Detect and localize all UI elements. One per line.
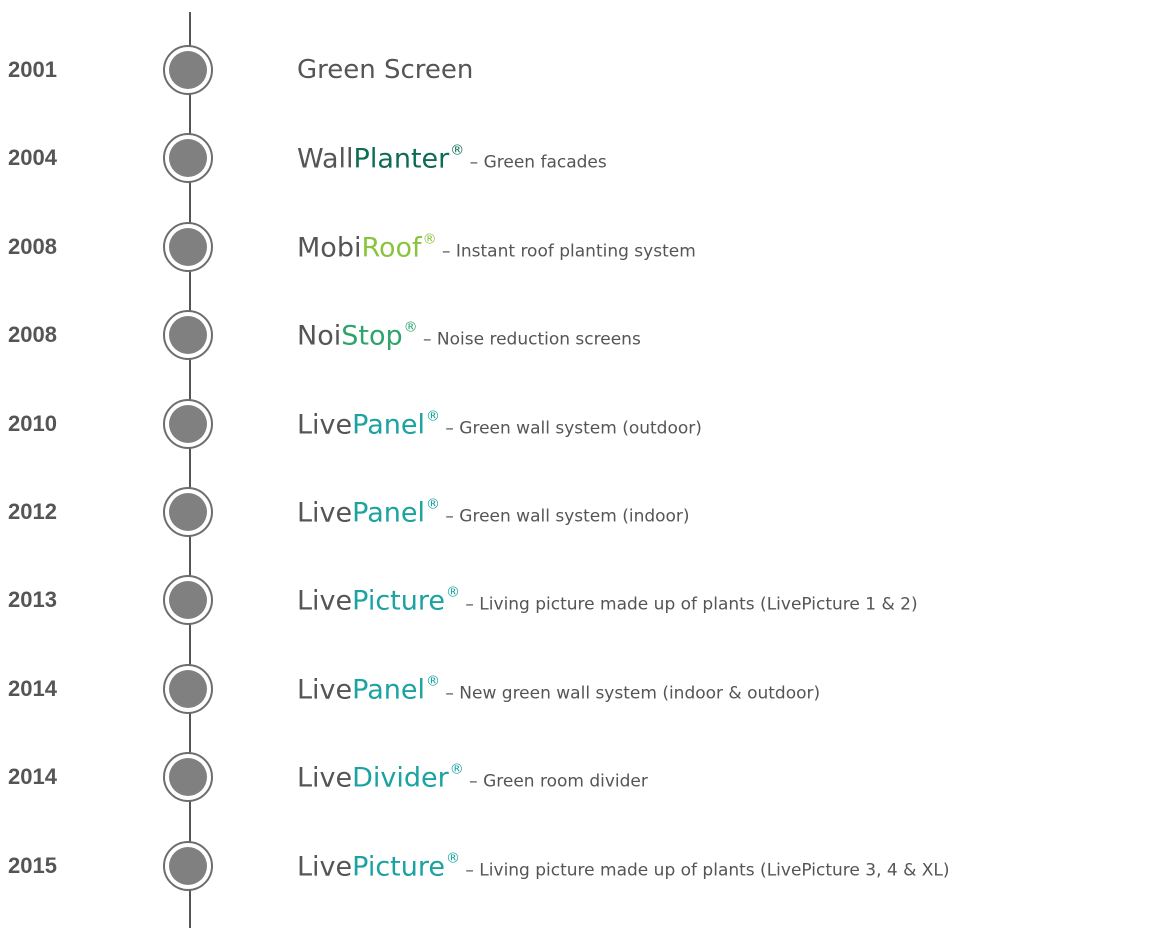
timeline-year: 2001 [8,57,57,82]
timeline-node-icon [163,752,213,803]
timeline-year: 2014 [8,675,57,701]
timeline-row: 2012 LivePanel® – Green wall system (indo… [0,468,1155,556]
product-name-accent: Roof [361,232,422,264]
product-description: – Living picture made up of plants (Live… [460,860,950,881]
registered-mark: ® [449,761,464,778]
product-description: – Green room divider [463,771,648,792]
product-name-base: Noi [297,320,342,352]
product-name-accent: Divider [352,762,449,794]
timeline-row: 2008 MobiRoof® – Instant roof planting sy… [0,203,1155,291]
product-name-accent: Picture [352,851,445,883]
timeline-node-dot [169,669,207,708]
registered-mark: ® [403,319,418,336]
product-name-accent: Stop [341,320,403,352]
timeline-product-label: LivePicture® – Living picture made up of… [297,851,950,880]
product-name-base: Live [297,762,353,794]
timeline-product-label: LivePanel® – Green wall system (indoor) [297,498,690,527]
timeline-product-label: LivePanel® – New green wall system (indo… [297,674,820,703]
timeline-node-dot [169,581,207,620]
timeline-row: 2014 LivePanel® – New green wall system (… [0,645,1155,733]
timeline-node-dot [169,758,207,797]
timeline-node-dot [169,404,207,443]
product-name-accent: Picture [352,585,445,617]
timeline-product-label: MobiRoof® – Instant roof planting system [297,232,696,261]
product-description: – Instant roof planting system [436,241,696,262]
product-name-base: Wall [297,143,354,175]
timeline-row: 2014 LiveDivider® – Green room divider [0,733,1155,821]
timeline-row: 2015 LivePicture® – Living picture made u… [0,822,1155,910]
timeline-year: 2013 [8,587,57,613]
timeline-node-icon [163,663,213,714]
registered-mark: ® [450,142,465,159]
product-name-base: Green Screen [297,55,474,85]
timeline-node-dot [169,51,207,89]
timeline-node-dot [169,139,207,178]
timeline-node-icon [163,133,213,184]
timeline-node-dot [169,227,207,266]
product-name-base: Live [297,851,353,883]
timeline-row: 2004 WallPlanter® – Green facades [0,114,1155,202]
product-description: – Green facades [464,152,607,173]
timeline-year: 2004 [8,145,57,171]
timeline-node-dot [169,846,207,885]
timeline-year: 2008 [8,233,57,259]
product-name-base: Live [297,674,353,706]
timeline-product-label: NoiStop® – Noise reduction screens [297,321,641,350]
product-description: – New green wall system (indoor & outdoo… [439,683,821,704]
timeline-node-icon [163,310,213,361]
timeline-node-icon [163,45,213,95]
product-name-base: Live [297,585,353,617]
timeline-year: 2008 [8,322,57,348]
registered-mark: ® [425,673,440,690]
product-name-accent: Panel [352,497,425,529]
timeline-node-icon [163,398,213,449]
timeline-node-icon [163,487,213,537]
timeline-node-icon [163,221,213,272]
product-name-accent: Planter [353,143,450,175]
product-name-base: Live [297,409,353,441]
product-description: – Living picture made up of plants (Live… [460,594,918,615]
product-description: – Noise reduction screens [417,329,641,350]
product-description: – Green wall system (outdoor) [439,418,702,439]
timeline-product-label: LivePanel® – Green wall system (outdoor) [297,409,702,438]
timeline-node-dot [169,493,207,531]
timeline-page: 2001 Green Screen 2004 WallPlanter® – Green… [0,0,1155,928]
timeline-product-label: LiveDivider® – Green room divider [297,763,648,792]
timeline-node-icon [163,575,213,626]
timeline-row: 2013 LivePicture® – Living picture made u… [0,556,1155,644]
timeline-product-label: WallPlanter® – Green facades [297,144,607,173]
registered-mark: ® [425,408,440,425]
timeline-row: 2001 Green Screen [0,26,1155,114]
timeline-product-label: LivePicture® – Living picture made up of… [297,586,918,615]
product-name-accent: Panel [352,409,425,441]
timeline-node-icon [163,840,213,891]
timeline-node-dot [169,316,207,355]
product-name-base: Live [297,497,353,529]
registered-mark: ® [425,496,440,513]
product-name-base: Mobi [297,232,362,264]
timeline-row: 2008 NoiStop® – Noise reduction screens [0,291,1155,379]
registered-mark: ® [446,850,460,867]
timeline-year: 2012 [8,499,57,524]
registered-mark: ® [446,584,460,601]
timeline-year: 2015 [8,852,57,878]
product-name-accent: Panel [352,674,425,706]
registered-mark: ® [422,231,437,248]
timeline-year: 2014 [8,764,57,790]
timeline-product-label: Green Screen [297,57,473,83]
timeline-year: 2010 [8,410,57,436]
product-description: – Green wall system (indoor) [439,506,690,527]
timeline-row: 2010 LivePanel® – Green wall system (outd… [0,380,1155,468]
